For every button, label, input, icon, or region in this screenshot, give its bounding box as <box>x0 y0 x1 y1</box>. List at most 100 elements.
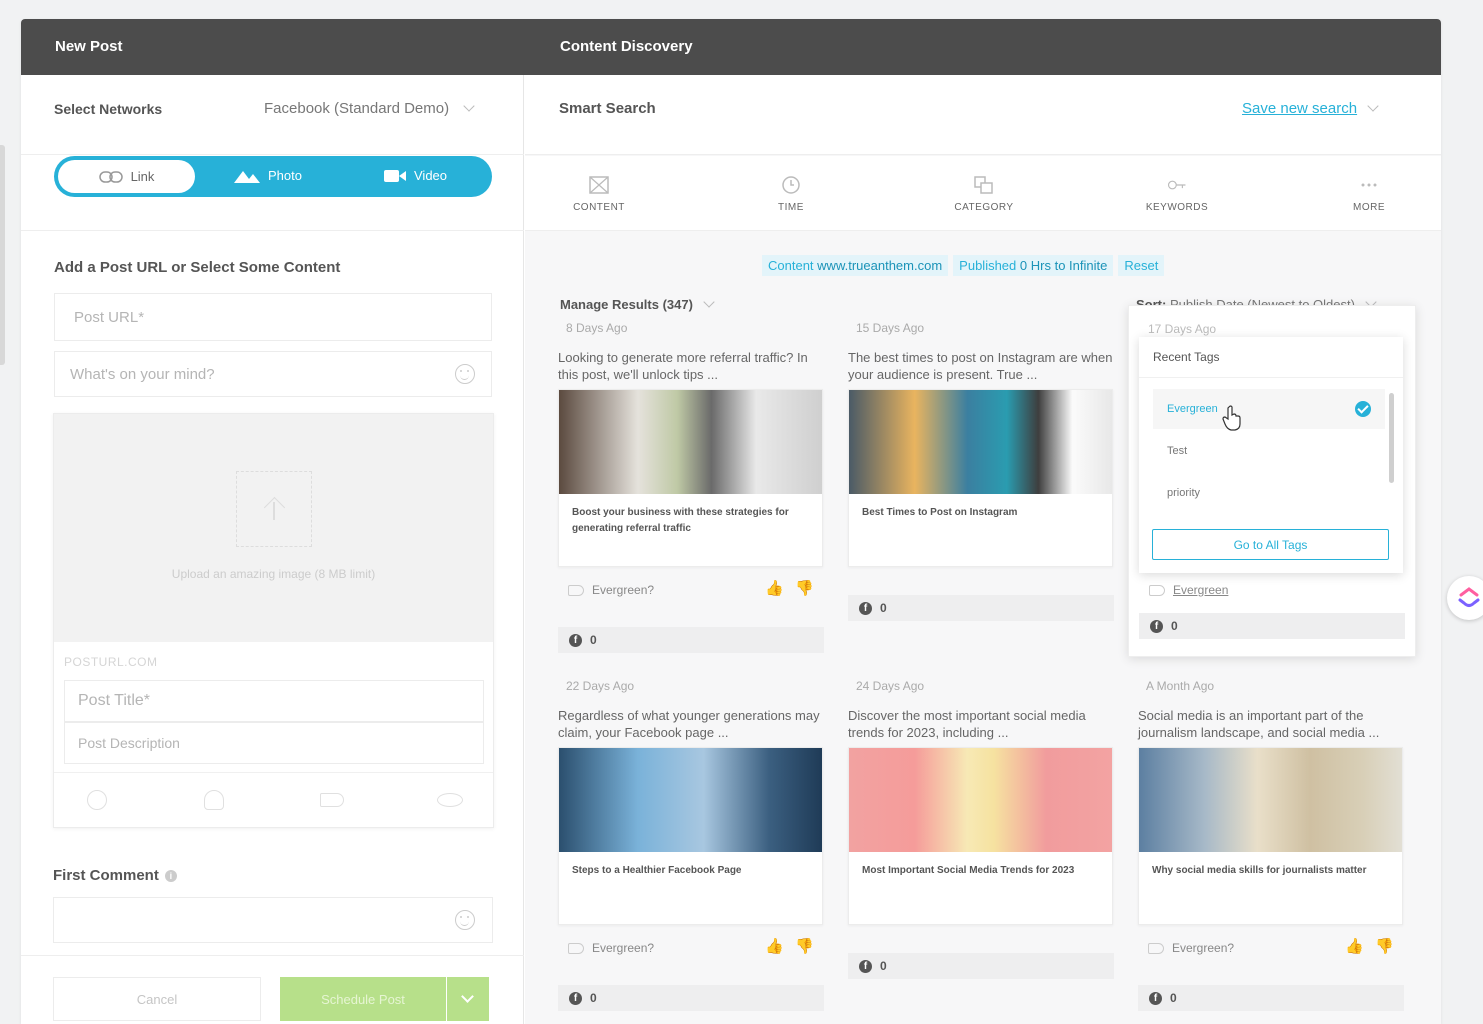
cancel-button[interactable]: Cancel <box>53 977 261 1021</box>
published-filter-chip[interactable]: Published 0 Hrs to Infinite <box>953 255 1114 276</box>
card-rating: 👍 👎 <box>765 581 814 597</box>
hand-cursor-icon <box>1222 405 1241 431</box>
facebook-icon: f <box>859 601 872 615</box>
card-title: Best Times to Post on Instagram <box>862 507 1018 518</box>
preview-toolbar <box>54 772 493 828</box>
evergreen-toggle[interactable]: Evergreen? <box>1148 941 1234 955</box>
preview-eye-icon[interactable] <box>437 793 463 807</box>
tab-video[interactable]: Video <box>384 168 447 183</box>
filter-category[interactable]: CATEGORY <box>944 176 1024 213</box>
post-message-input[interactable] <box>54 351 492 397</box>
card-preview[interactable]: Steps to a Healthier Facebook Page <box>558 747 823 925</box>
thumbs-up-icon[interactable]: 👍 <box>765 939 784 955</box>
thumbs-up-icon[interactable]: 👍 <box>765 581 784 597</box>
info-icon[interactable]: i <box>164 870 177 883</box>
go-to-all-tags-button[interactable]: Go to All Tags <box>1152 529 1389 560</box>
card-image <box>559 390 822 494</box>
chip-published-value: 0 Hrs to Infinite <box>1019 258 1108 273</box>
tag-icon[interactable] <box>320 793 344 807</box>
chip-published-prefix: Published <box>959 258 1017 273</box>
image-upload-area[interactable]: Upload an amazing image (8 MB limit) <box>54 414 493 642</box>
evergreen-toggle[interactable]: Evergreen? <box>568 941 654 955</box>
evergreen-toggle[interactable]: Evergreen <box>1149 583 1228 597</box>
tag-option-test[interactable]: Test <box>1153 431 1385 471</box>
schedule-options-button[interactable] <box>447 977 489 1021</box>
divider <box>1139 377 1403 378</box>
thumbs-up-icon[interactable]: 👍 <box>1345 939 1364 955</box>
thumbs-down-icon[interactable]: 👎 <box>1375 939 1394 955</box>
chip-content-value: www.trueanthem.com <box>817 258 943 273</box>
facebook-icon: f <box>859 959 872 973</box>
category-icon <box>974 176 993 194</box>
add-post-url-label: Add a Post URL or Select Some Content <box>54 259 341 276</box>
card-title: Why social media skills for journalists … <box>1152 865 1367 876</box>
thumbs-down-icon[interactable]: 👎 <box>795 581 814 597</box>
thumbs-down-icon[interactable]: 👎 <box>795 939 814 955</box>
chevron-down-icon <box>463 100 475 112</box>
filter-content[interactable]: CONTENT <box>559 176 639 213</box>
card-snippet: The best times to post on Instagram are … <box>848 350 1113 382</box>
card-preview[interactable]: Most Important Social Media Trends for 2… <box>848 747 1113 925</box>
select-networks-label: Select Networks <box>54 101 163 117</box>
schedule-post-button[interactable]: Schedule Post <box>280 977 446 1021</box>
filter-time-label: TIME <box>778 202 804 213</box>
network-select[interactable]: Facebook (Standard Demo) <box>264 100 475 117</box>
tab-photo-label: Photo <box>268 168 302 183</box>
first-comment-label: First Comment i <box>53 867 177 884</box>
comment-emoji-icon[interactable] <box>455 910 475 930</box>
first-comment-text: First Comment <box>53 867 159 884</box>
content-discovery-title: Content Discovery <box>560 38 693 55</box>
smart-search-label: Smart Search <box>559 100 656 117</box>
content-card-tag-editing[interactable]: 17 Days Ago Recent Tags Evergreen Test p… <box>1128 305 1416 657</box>
card-title: Steps to a Healthier Facebook Page <box>572 865 742 876</box>
filter-keywords[interactable]: KEYWORDS <box>1137 176 1217 213</box>
card-age: 15 Days Ago <box>856 321 925 335</box>
dropdown-scrollbar[interactable] <box>1389 393 1394 483</box>
share-count: 0 <box>590 991 597 1005</box>
video-icon <box>384 169 406 182</box>
upload-hint: Upload an amazing image (8 MB limit) <box>171 567 376 581</box>
favorite-icon[interactable] <box>204 790 224 810</box>
post-description-input[interactable] <box>64 722 484 764</box>
tag-option-priority[interactable]: priority <box>1153 473 1385 513</box>
tag-option-label: Test <box>1167 445 1188 457</box>
more-icon <box>1361 183 1377 187</box>
emoji-icon[interactable] <box>455 364 475 384</box>
card-age: A Month Ago <box>1146 679 1215 693</box>
evergreen-toggle[interactable]: Evergreen? <box>568 583 654 597</box>
manage-results-dropdown[interactable]: Manage Results (347) <box>560 296 715 312</box>
remove-icon[interactable] <box>87 790 107 810</box>
card-preview[interactable]: Best Times to Post on Instagram <box>848 389 1113 567</box>
save-new-search-link[interactable]: Save new search <box>1242 100 1379 117</box>
tag-option-evergreen[interactable]: Evergreen <box>1153 389 1385 429</box>
new-post-panel: Select Networks Facebook (Standard Demo)… <box>21 75 524 1024</box>
card-stats: f0 <box>558 985 824 1011</box>
clock-icon <box>782 176 800 194</box>
clickup-logo-icon[interactable] <box>1447 576 1483 620</box>
clickup-logo-mark <box>1458 587 1480 607</box>
tab-link[interactable]: Link <box>58 160 195 193</box>
network-selected-value: Facebook (Standard Demo) <box>264 100 450 117</box>
card-age: 8 Days Ago <box>566 321 628 335</box>
reset-filters-chip[interactable]: Reset <box>1118 255 1165 276</box>
save-search-text: Save new search <box>1242 100 1358 117</box>
evergreen-label: Evergreen? <box>592 941 655 955</box>
tab-photo[interactable]: Photo <box>234 168 302 183</box>
card-stats: f0 <box>848 595 1114 621</box>
tag-icon <box>568 584 584 596</box>
card-preview[interactable]: Boost your business with these strategie… <box>558 389 823 567</box>
filter-more[interactable]: MORE <box>1329 176 1409 213</box>
facebook-icon: f <box>569 633 582 647</box>
filter-time[interactable]: TIME <box>751 176 831 213</box>
top-bar: New Post Content Discovery <box>21 19 1441 75</box>
card-age: 22 Days Ago <box>566 679 635 693</box>
card-preview[interactable]: Why social media skills for journalists … <box>1138 747 1403 925</box>
post-title-input[interactable] <box>64 680 484 722</box>
content-icon <box>589 176 609 194</box>
evergreen-label: Evergreen? <box>1172 941 1235 955</box>
chevron-down-icon <box>703 296 715 308</box>
post-url-input[interactable] <box>54 293 492 341</box>
first-comment-input[interactable] <box>53 897 493 943</box>
share-count: 0 <box>590 633 597 647</box>
content-filter-chip[interactable]: Content www.trueanthem.com <box>762 255 949 276</box>
